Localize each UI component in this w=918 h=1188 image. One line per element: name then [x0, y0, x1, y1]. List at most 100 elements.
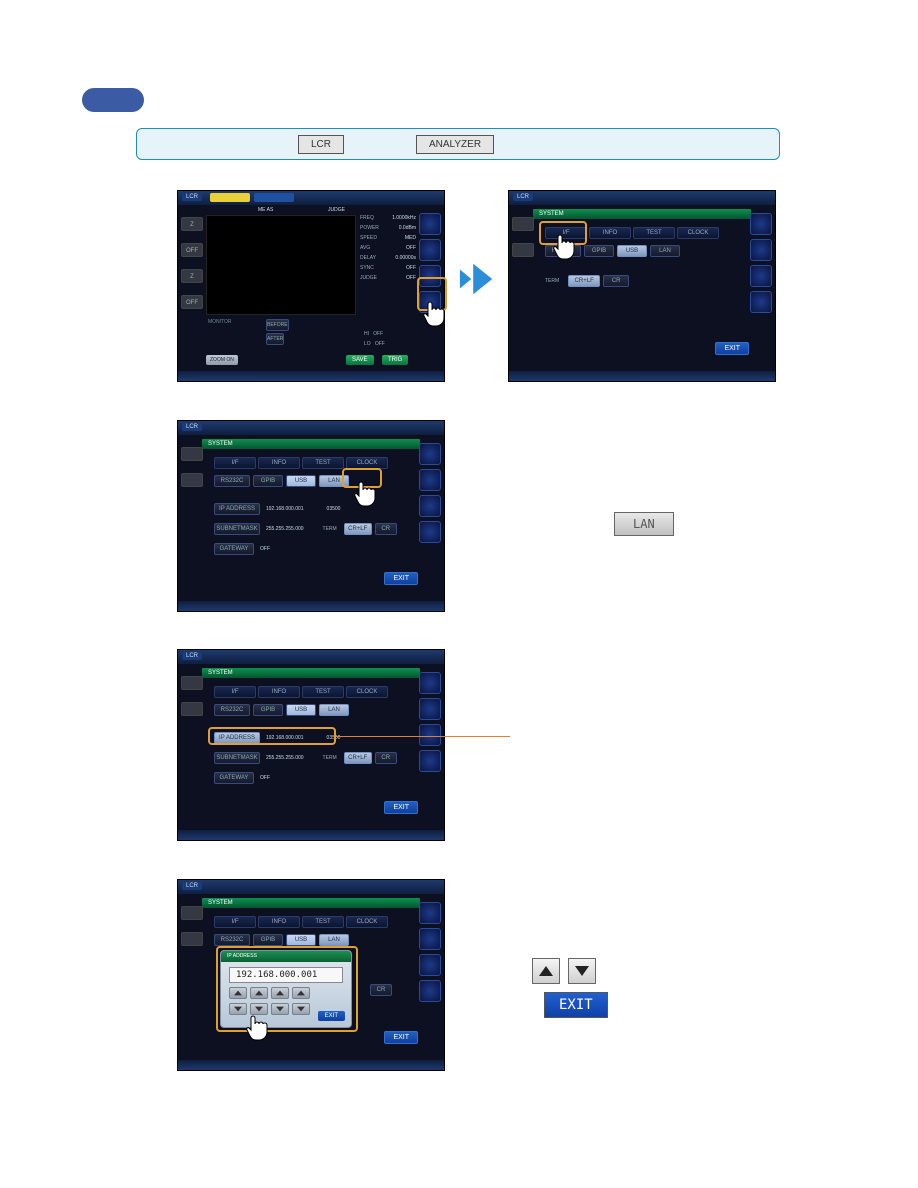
tab-if-3[interactable]: I/F [214, 457, 256, 469]
side4b[interactable] [181, 702, 203, 716]
ri2d[interactable] [750, 291, 772, 313]
ri5a[interactable] [419, 902, 441, 924]
tab-info-4[interactable]: INFO [258, 686, 300, 698]
tab-test-3[interactable]: TEST [302, 457, 344, 469]
exit-btn-3[interactable]: EXIT [384, 572, 418, 585]
ip-up-2[interactable] [250, 987, 268, 999]
side4a[interactable] [181, 676, 203, 690]
ri2a[interactable] [750, 213, 772, 235]
tab-info-2[interactable]: INFO [589, 227, 631, 239]
subnet-btn-3[interactable]: SUBNETMASK [214, 523, 260, 535]
ri3d[interactable] [419, 521, 441, 543]
ip-down-4[interactable] [292, 1003, 310, 1015]
trig-btn[interactable]: TRIG [382, 355, 408, 365]
ri3c[interactable] [419, 495, 441, 517]
if-lan-4[interactable]: LAN [319, 704, 349, 716]
if-usb-3[interactable]: USB [286, 475, 316, 487]
if-gpib-5[interactable]: GPIB [253, 934, 283, 946]
side-icon-2[interactable] [419, 239, 441, 261]
ri5c[interactable] [419, 954, 441, 976]
ri3b[interactable] [419, 469, 441, 491]
z-button-1[interactable]: Z [181, 217, 203, 231]
tab-test-4[interactable]: TEST [302, 686, 344, 698]
tab-clock-5[interactable]: CLOCK [346, 916, 388, 928]
before-btn[interactable]: BEFORE [266, 319, 289, 331]
if-lan-3[interactable]: LAN [319, 475, 349, 487]
ri4a[interactable] [419, 672, 441, 694]
tab-test-2[interactable]: TEST [633, 227, 675, 239]
if-lan-2[interactable]: LAN [650, 245, 680, 257]
ri5d[interactable] [419, 980, 441, 1002]
ri4c[interactable] [419, 724, 441, 746]
tab-info-5[interactable]: INFO [258, 916, 300, 928]
tab-test-5[interactable]: TEST [302, 916, 344, 928]
ipaddr-btn-4[interactable]: IP ADDRESS [214, 732, 260, 744]
down-arrow-button[interactable] [568, 958, 596, 984]
cr-btn-2[interactable]: CR [603, 275, 629, 287]
lcr-button[interactable]: LCR [298, 135, 344, 154]
if-lan-5[interactable]: LAN [319, 934, 349, 946]
ip-up-3[interactable] [271, 987, 289, 999]
tab-clock-4[interactable]: CLOCK [346, 686, 388, 698]
exit-btn-5[interactable]: EXIT [384, 1031, 418, 1044]
lan-button-large[interactable]: LAN [614, 512, 674, 536]
gateway-btn-3[interactable]: GATEWAY [214, 543, 254, 555]
side2b[interactable] [512, 243, 534, 257]
ip-down-3[interactable] [271, 1003, 289, 1015]
if-rs232c-4[interactable]: RS232C [214, 704, 250, 716]
exit-button-large[interactable]: EXIT [544, 992, 608, 1018]
if-usb-5[interactable]: USB [286, 934, 316, 946]
cr-btn-3[interactable]: CR [375, 523, 397, 535]
ipaddr-btn-3[interactable]: IP ADDRESS [214, 503, 260, 515]
if-gpib-4[interactable]: GPIB [253, 704, 283, 716]
exit-btn-4[interactable]: EXIT [384, 801, 418, 814]
crlf-btn-2[interactable]: CR+LF [568, 275, 600, 287]
ip-up-4[interactable] [292, 987, 310, 999]
side-icon-1[interactable] [419, 213, 441, 235]
gateway-btn-4[interactable]: GATEWAY [214, 772, 254, 784]
side3b[interactable] [181, 473, 203, 487]
off-button-1[interactable]: OFF [181, 243, 203, 257]
ri2c[interactable] [750, 265, 772, 287]
up-arrow-button[interactable] [532, 958, 560, 984]
ri3a[interactable] [419, 443, 441, 465]
tab-clock-2[interactable]: CLOCK [677, 227, 719, 239]
side5b[interactable] [181, 932, 203, 946]
if-usb-4[interactable]: USB [286, 704, 316, 716]
subnet-btn-4[interactable]: SUBNETMASK [214, 752, 260, 764]
flow-arrow-icon [458, 260, 496, 298]
if-gpib-3[interactable]: GPIB [253, 475, 283, 487]
ri2b[interactable] [750, 239, 772, 261]
analyzer-button[interactable]: ANALYZER [416, 135, 494, 154]
if-usb-2[interactable]: USB [617, 245, 647, 257]
if-rs232c-5[interactable]: RS232C [214, 934, 250, 946]
ip-up-1[interactable] [229, 987, 247, 999]
ri4d[interactable] [419, 750, 441, 772]
if-gpib-2[interactable]: GPIB [584, 245, 614, 257]
cr-btn-5[interactable]: CR [370, 984, 392, 996]
side5a[interactable] [181, 906, 203, 920]
crlf-btn-4[interactable]: CR+LF [344, 752, 372, 764]
crlf-btn-3[interactable]: CR+LF [344, 523, 372, 535]
z-button-2[interactable]: Z [181, 269, 203, 283]
tab-if-5[interactable]: I/F [214, 916, 256, 928]
side3a[interactable] [181, 447, 203, 461]
tab-info-3[interactable]: INFO [258, 457, 300, 469]
exit-btn-2[interactable]: EXIT [715, 342, 749, 355]
after-btn[interactable]: AFTER [266, 333, 284, 345]
side-icon-3[interactable] [419, 265, 441, 287]
lo-label: LO OFF [364, 341, 385, 347]
save-btn[interactable]: SAVE [346, 355, 374, 365]
off-button-2[interactable]: OFF [181, 295, 203, 309]
if-rs232c-3[interactable]: RS232C [214, 475, 250, 487]
ipaddr-val-4: 192.168.000.001 [266, 735, 304, 741]
side2a[interactable] [512, 217, 534, 231]
tab-clock-3[interactable]: CLOCK [346, 457, 388, 469]
zoom-btn[interactable]: ZOOM ON [206, 355, 238, 365]
ri4b[interactable] [419, 698, 441, 720]
hand-icon-2 [551, 233, 575, 261]
cr-btn-4[interactable]: CR [375, 752, 397, 764]
ri5b[interactable] [419, 928, 441, 950]
tab-if-4[interactable]: I/F [214, 686, 256, 698]
ip-panel-exit[interactable]: EXIT [318, 1011, 345, 1021]
